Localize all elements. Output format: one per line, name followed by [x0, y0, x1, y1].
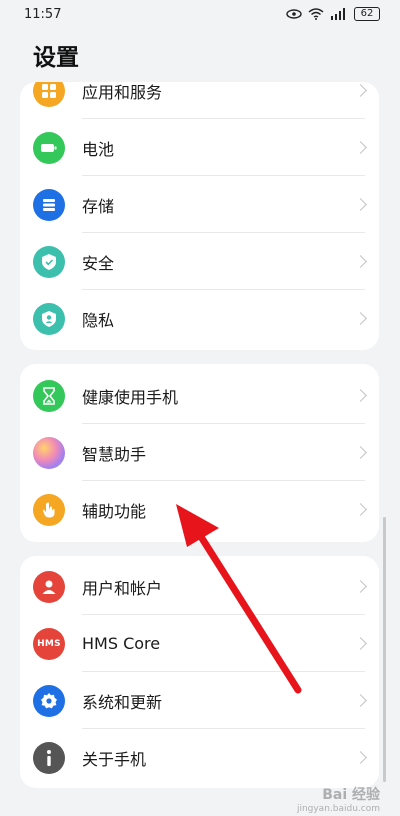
chevron-right-icon	[354, 751, 367, 764]
settings-item-label: 系统和更新	[82, 692, 163, 712]
settings-item-storage[interactable]: 存储	[20, 176, 379, 233]
settings-item-label: 辅助功能	[82, 501, 147, 521]
shield-icon	[33, 245, 65, 278]
settings-item-digital-balance[interactable]: 健康使用手机	[20, 367, 379, 424]
settings-item-label: 存储	[82, 196, 115, 216]
settings-item-battery[interactable]: 电池	[20, 119, 379, 176]
settings-item-assistant[interactable]: 智慧助手	[20, 424, 379, 481]
settings-item-label: 隐私	[82, 310, 115, 330]
battery-icon	[33, 131, 65, 164]
chevron-right-icon	[354, 580, 367, 593]
settings-item-privacy[interactable]: 隐私	[20, 290, 379, 347]
chevron-right-icon	[354, 84, 367, 97]
chevron-right-icon	[354, 198, 367, 211]
settings-group-3: 用户和帐户 HMS HMS Core 系统和更新 关于手机	[20, 556, 379, 788]
privacy-icon	[33, 302, 65, 335]
settings-item-label: 健康使用手机	[82, 387, 179, 407]
user-icon	[33, 570, 65, 603]
chevron-right-icon	[354, 694, 367, 707]
apps-icon	[33, 82, 65, 107]
chevron-right-icon	[354, 255, 367, 268]
eye-icon	[286, 9, 302, 19]
settings-item-label: 安全	[82, 253, 115, 273]
storage-icon	[33, 188, 65, 221]
chevron-right-icon	[354, 637, 367, 650]
settings-item-label: 智慧助手	[82, 444, 147, 464]
status-icons: 62	[286, 7, 380, 21]
settings-item-about-phone[interactable]: 关于手机	[20, 729, 379, 786]
settings-item-hms-core[interactable]: HMS HMS Core	[20, 615, 379, 672]
settings-item-label: 应用和服务	[82, 82, 163, 102]
chevron-right-icon	[354, 389, 367, 402]
signal-icon	[331, 8, 345, 20]
chevron-right-icon	[354, 141, 367, 154]
chevron-right-icon	[354, 503, 367, 516]
status-bar: 11:57 62	[0, 0, 400, 28]
settings-group-2: 健康使用手机 智慧助手 辅助功能	[20, 364, 379, 542]
hourglass-icon	[33, 379, 65, 412]
gear-icon	[33, 684, 65, 717]
hand-icon	[33, 493, 65, 526]
settings-item-label: 用户和帐户	[82, 578, 163, 598]
scrollbar[interactable]	[383, 517, 386, 782]
battery-indicator: 62	[354, 7, 380, 21]
settings-item-label: 电池	[82, 139, 115, 159]
wifi-icon	[308, 8, 324, 20]
settings-item-label: 关于手机	[82, 749, 147, 769]
page-title: 设置	[33, 45, 79, 71]
assistant-icon	[33, 436, 65, 469]
settings-item-system-update[interactable]: 系统和更新	[20, 672, 379, 729]
hms-icon: HMS	[33, 627, 65, 660]
settings-item-apps-services[interactable]: 应用和服务	[20, 82, 379, 119]
info-icon	[33, 741, 65, 774]
chevron-right-icon	[354, 312, 367, 325]
settings-item-users-accounts[interactable]: 用户和帐户	[20, 558, 379, 615]
status-time: 11:57	[24, 6, 62, 22]
watermark-logo: Bai 经验	[322, 787, 380, 803]
settings-group-1: 应用和服务 电池 存储 安全 隐私	[20, 82, 379, 350]
watermark-url: jingyan.baidu.com	[296, 804, 380, 814]
settings-item-security[interactable]: 安全	[20, 233, 379, 290]
chevron-right-icon	[354, 446, 367, 459]
settings-item-accessibility[interactable]: 辅助功能	[20, 481, 379, 538]
settings-item-label: HMS Core	[82, 634, 161, 653]
